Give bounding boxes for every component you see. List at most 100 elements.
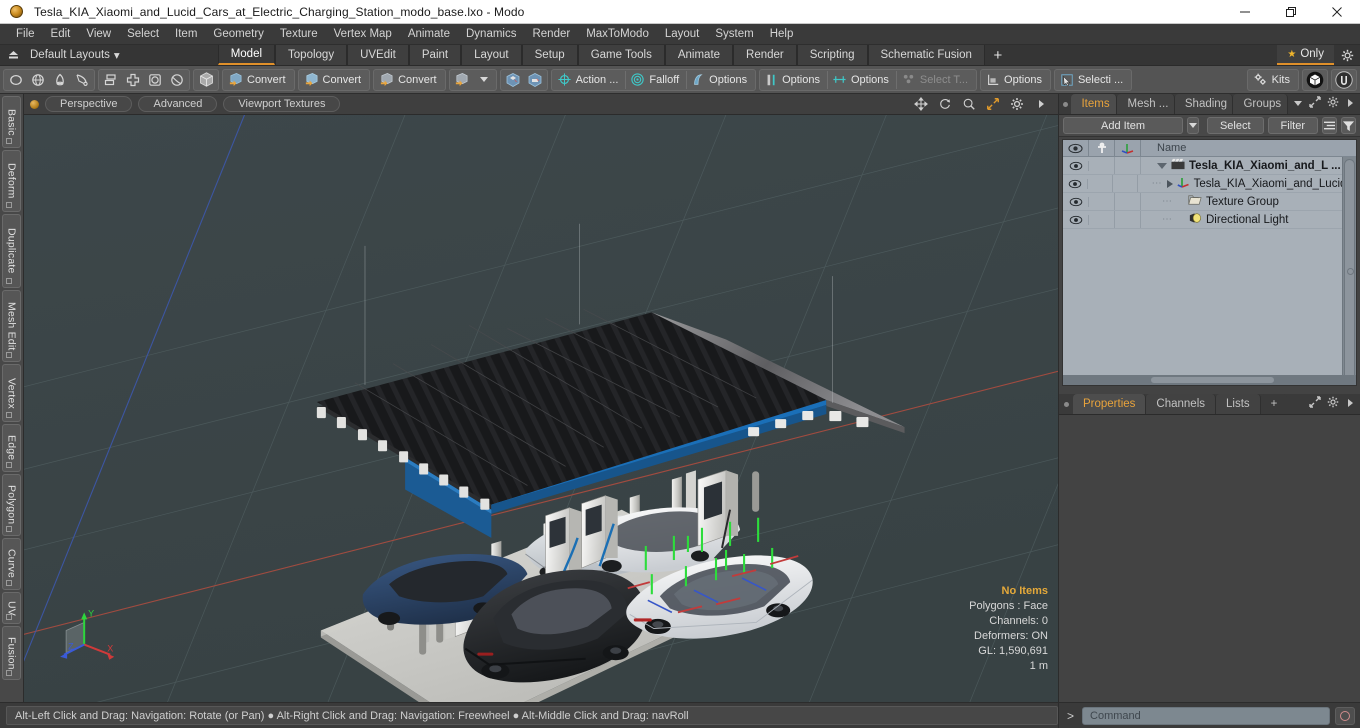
falloff-button[interactable]: Falloff xyxy=(626,70,686,90)
row-lock-cell[interactable] xyxy=(1089,193,1115,210)
convert-dropdown-caret[interactable] xyxy=(473,70,495,90)
menu-help[interactable]: Help xyxy=(762,26,802,43)
stack-icon[interactable] xyxy=(100,70,122,90)
tab-scripting[interactable]: Scripting xyxy=(796,45,868,65)
row-lock-cell[interactable] xyxy=(1089,157,1115,174)
viewport-active-dot[interactable] xyxy=(30,99,39,109)
menu-texture[interactable]: Texture xyxy=(272,26,326,43)
maximize-button[interactable] xyxy=(1268,0,1314,24)
convert-button-3[interactable]: Convert xyxy=(375,70,444,90)
mesh-blue-icon[interactable] xyxy=(502,70,524,90)
sphere-outline-icon[interactable] xyxy=(166,70,188,90)
sidebar-item-vertex[interactable]: Vertex xyxy=(2,364,21,422)
select-button[interactable]: Select xyxy=(1206,117,1264,134)
cube-small-icon[interactable] xyxy=(451,70,473,90)
table-row[interactable]: Tesla_KIA_Xiaomi_and_L ... xyxy=(1063,157,1356,175)
tab-paint[interactable]: Paint xyxy=(408,45,462,65)
tab-uvedit[interactable]: UVEdit xyxy=(347,45,409,65)
add-layout-tab-button[interactable]: + xyxy=(984,45,1011,65)
convert-button-2[interactable]: Convert xyxy=(300,70,369,90)
tab-lists[interactable]: Lists xyxy=(1216,394,1261,414)
item-list[interactable]: Name Tesla_KIA_Xiaomi_and_L ... ⋯ Tesla_… xyxy=(1062,139,1357,386)
tab-model[interactable]: Model xyxy=(217,45,276,65)
close-button[interactable] xyxy=(1314,0,1360,24)
kits-button[interactable]: Kits xyxy=(1249,70,1297,90)
move-icon[interactable] xyxy=(913,97,928,112)
sidebar-item-fusion[interactable]: Fusion xyxy=(2,626,21,680)
expand-icon[interactable] xyxy=(1309,95,1321,113)
tab-items[interactable]: Items xyxy=(1071,94,1118,114)
menu-render[interactable]: Render xyxy=(524,26,578,43)
globe-icon[interactable] xyxy=(27,70,49,90)
row-name-cell[interactable]: ⋯ Directional Light xyxy=(1141,212,1356,227)
unreal-icon[interactable] xyxy=(1333,70,1355,90)
row-lock-cell[interactable] xyxy=(1089,211,1115,228)
viewport-textures-selector[interactable]: Viewport Textures xyxy=(223,96,341,112)
menu-item[interactable]: Item xyxy=(167,26,205,43)
command-input[interactable]: Command xyxy=(1082,706,1330,725)
tab-setup[interactable]: Setup xyxy=(521,45,578,65)
row-axis-cell[interactable] xyxy=(1115,157,1141,174)
falloff-options-button[interactable]: Options xyxy=(687,70,754,90)
menu-dynamics[interactable]: Dynamics xyxy=(458,26,524,43)
row-name-cell[interactable]: ⋯ Tesla_KIA_Xiaomi_and_Lucid... xyxy=(1138,176,1356,191)
row-axis-cell[interactable] xyxy=(1115,211,1141,228)
gear-icon[interactable] xyxy=(1334,45,1360,65)
select-through-button[interactable]: Select T... xyxy=(897,70,975,90)
record-circle-icon[interactable] xyxy=(1335,706,1355,725)
snapping-options-button[interactable]: Options xyxy=(828,70,896,90)
filter-button[interactable]: Filter xyxy=(1267,117,1318,134)
list-toggle-icon[interactable] xyxy=(1322,117,1337,134)
symmetry-options-button[interactable]: Options xyxy=(761,70,827,90)
cone-icon[interactable] xyxy=(49,70,71,90)
scrollbar-thumb[interactable] xyxy=(1344,159,1355,383)
row-visibility-toggle[interactable] xyxy=(1063,178,1089,189)
row-lock-cell[interactable] xyxy=(1088,175,1114,192)
viewport-shading-selector[interactable]: Advanced xyxy=(138,96,218,112)
sidebar-item-duplicate[interactable]: Duplicate xyxy=(2,214,21,288)
teardrop-icon[interactable] xyxy=(71,70,93,90)
tab-properties[interactable]: Properties xyxy=(1073,394,1147,414)
layout-selector[interactable]: Default Layouts ▾ xyxy=(26,45,130,65)
table-row[interactable]: ⋯ Directional Light xyxy=(1063,211,1356,229)
chevron-right-icon[interactable] xyxy=(1345,95,1355,113)
menu-layout[interactable]: Layout xyxy=(657,26,708,43)
selection-button[interactable]: Selecti ... xyxy=(1056,70,1130,90)
action-center-button[interactable]: Action ... xyxy=(553,70,626,90)
mesh-blue-2-icon[interactable] xyxy=(524,70,546,90)
tab-schematic-fusion[interactable]: Schematic Fusion xyxy=(867,45,985,65)
fit-icon[interactable] xyxy=(985,97,1000,112)
circle-icon[interactable] xyxy=(5,70,27,90)
row-visibility-toggle[interactable] xyxy=(1063,196,1089,207)
convert-button-1[interactable]: Convert xyxy=(224,70,293,90)
row-name-cell[interactable]: Tesla_KIA_Xiaomi_and_L ... xyxy=(1141,158,1356,173)
workplane-options-button[interactable]: Options xyxy=(982,70,1049,90)
expand-icon[interactable] xyxy=(1309,395,1321,413)
menu-edit[interactable]: Edit xyxy=(43,26,79,43)
sidebar-item-curve[interactable]: Curve xyxy=(2,538,21,590)
table-row[interactable]: ⋯ Texture Group xyxy=(1063,193,1356,211)
minimize-button[interactable] xyxy=(1222,0,1268,24)
menu-file[interactable]: File xyxy=(8,26,43,43)
add-properties-tab[interactable]: + xyxy=(1260,394,1288,414)
menu-maxtomodo[interactable]: MaxToModo xyxy=(578,26,657,43)
cross-icon[interactable] xyxy=(122,70,144,90)
row-visibility-toggle[interactable] xyxy=(1063,214,1089,225)
viewport-3d[interactable]: Y X Z No Items Polygons : Face Channels:… xyxy=(24,115,1058,702)
viewport-perspective-selector[interactable]: Perspective xyxy=(45,96,133,112)
expand-triangle-icon[interactable] xyxy=(1157,162,1167,169)
add-item-button[interactable]: Add Item xyxy=(1063,117,1183,134)
chevron-right-icon[interactable] xyxy=(1345,395,1355,413)
properties-indicator-dot[interactable] xyxy=(1059,394,1073,414)
hscrollbar-thumb[interactable] xyxy=(1150,377,1274,383)
rotate-icon[interactable] xyxy=(937,97,952,112)
tab-game-tools[interactable]: Game Tools xyxy=(577,45,665,65)
tab-topology[interactable]: Topology xyxy=(275,45,348,65)
menu-animate[interactable]: Animate xyxy=(400,26,458,43)
expand-arrow-icon[interactable] xyxy=(1166,179,1173,188)
rounded-square-icon[interactable] xyxy=(144,70,166,90)
sidebar-item-polygon[interactable]: Polygon xyxy=(2,474,21,536)
panel-indicator-dot[interactable] xyxy=(1059,94,1071,114)
sidebar-item-uv[interactable]: UV xyxy=(2,592,21,624)
chevron-right-icon[interactable] xyxy=(1033,97,1048,112)
